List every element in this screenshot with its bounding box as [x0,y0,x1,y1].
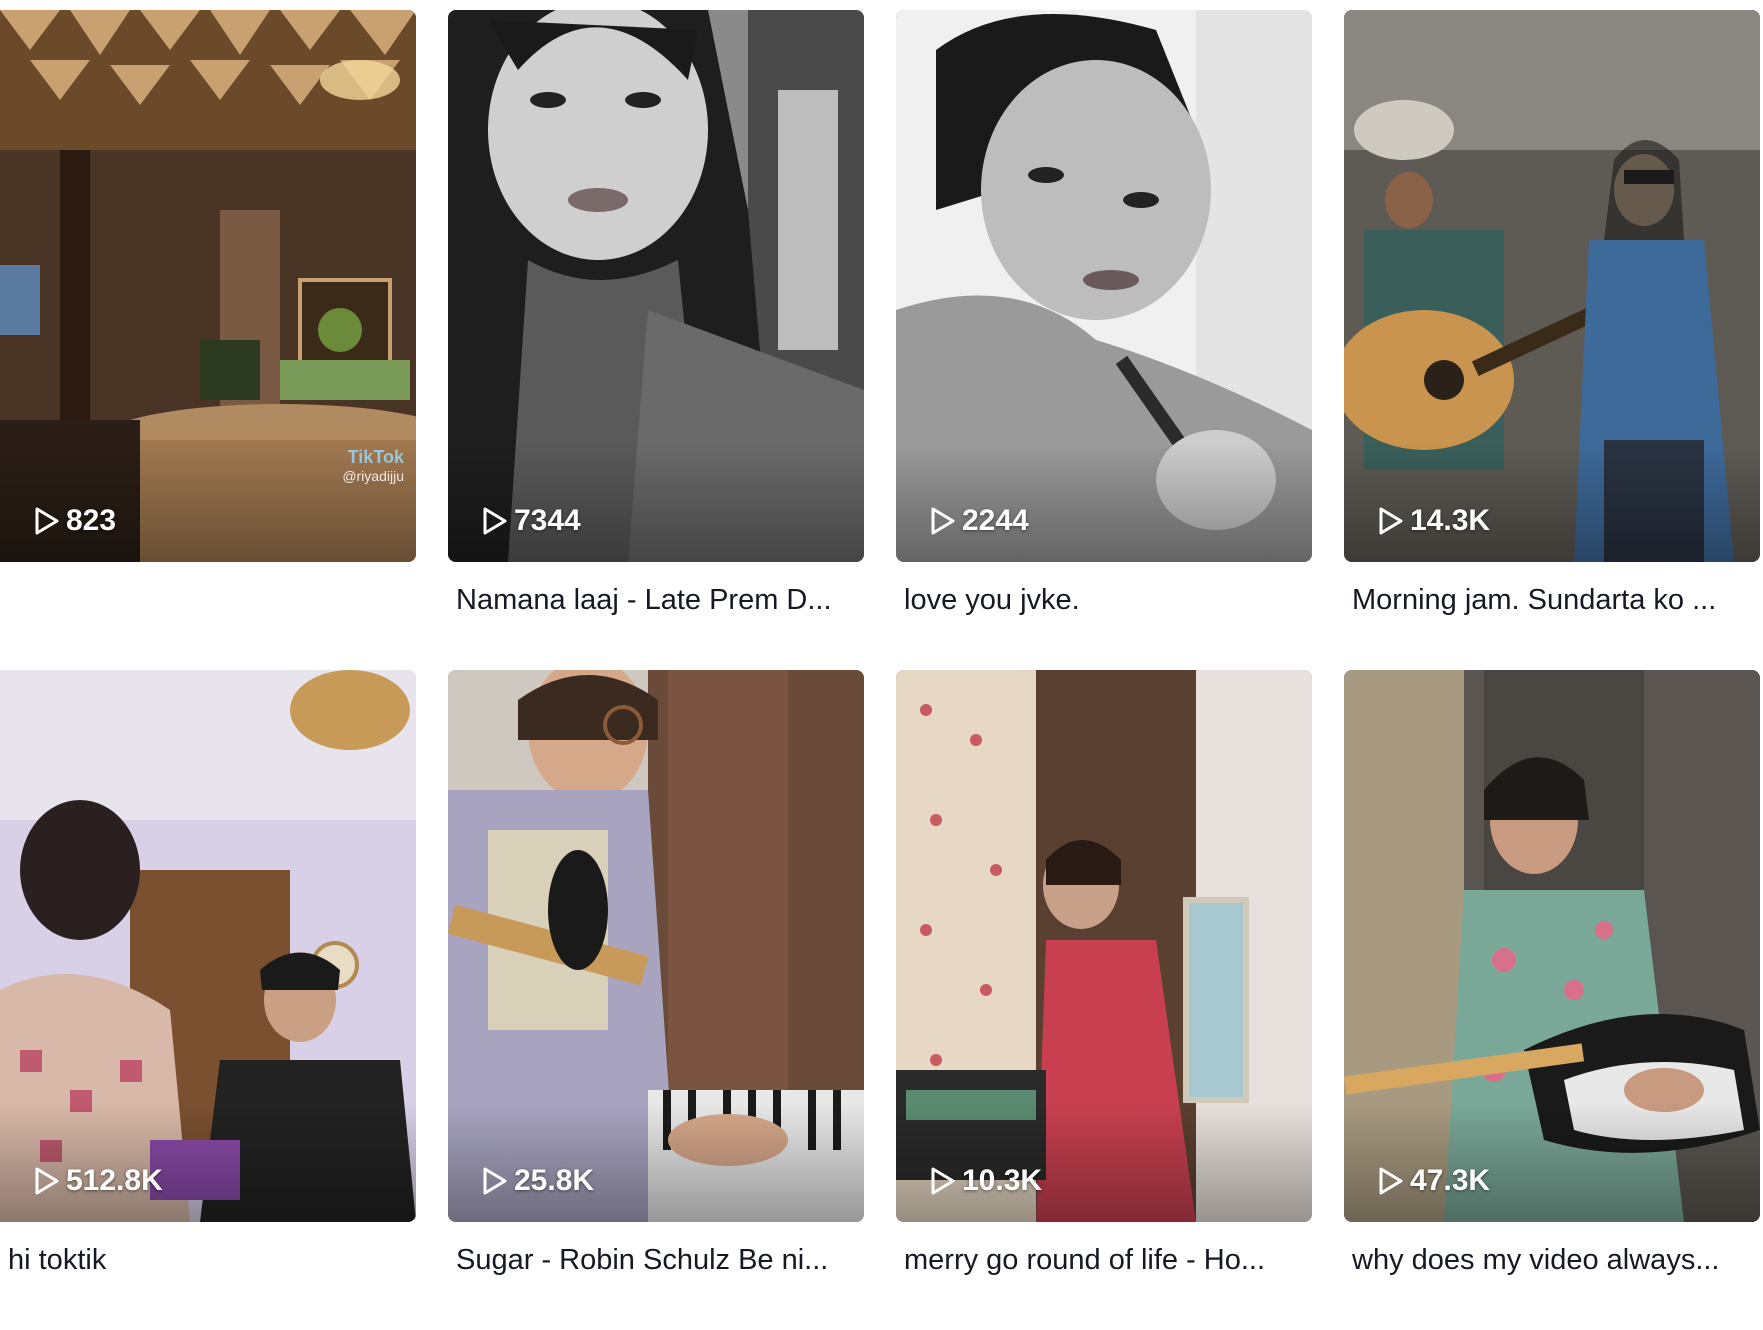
video-caption[interactable]: why does my video always... [1352,1240,1752,1280]
thumbnail-shade [1344,442,1760,562]
play-outline-icon [1379,1167,1403,1195]
video-caption[interactable]: Namana laaj - Late Prem D... [456,580,856,620]
video-grid: TikTok @riyadijju 823 7344 Namana laaj -… [0,10,1763,1330]
thumbnail-shade [1344,1102,1760,1222]
view-count: 512.8K [34,1164,163,1198]
video-card[interactable]: 25.8K Sugar - Robin Schulz Be ni... [448,670,864,1330]
thumbnail-shade [448,442,864,562]
video-card[interactable]: 14.3K Morning jam. Sundarta ko ... [1344,10,1760,670]
video-thumbnail[interactable]: 47.3K [1344,670,1760,1222]
thumbnail-shade [0,1102,416,1222]
thumbnail-shade [896,1102,1312,1222]
video-caption[interactable]: merry go round of life - Ho... [904,1240,1304,1280]
video-thumbnail[interactable]: 512.8K [0,670,416,1222]
view-count-value: 7344 [514,504,581,537]
view-count-value: 10.3K [962,1164,1043,1197]
play-outline-icon [483,1167,507,1195]
view-count-value: 823 [66,504,117,537]
video-thumbnail[interactable]: 14.3K [1344,10,1760,562]
view-count: 25.8K [482,1164,594,1198]
thumbnail-shade [896,442,1312,562]
video-caption[interactable]: love you jvke. [904,580,1304,620]
watermark-handle: @riyadijju [342,468,404,484]
video-caption[interactable]: hi toktik [8,1240,408,1280]
play-outline-icon [1379,507,1403,535]
play-outline-icon [931,1167,955,1195]
play-outline-icon [35,507,59,535]
play-outline-icon [483,507,507,535]
video-card[interactable]: 512.8K hi toktik [0,670,416,1330]
video-thumbnail[interactable]: 10.3K [896,670,1312,1222]
view-count-value: 47.3K [1410,1164,1491,1197]
view-count-value: 512.8K [66,1164,163,1197]
view-count-value: 2244 [962,504,1029,537]
video-thumbnail[interactable]: 25.8K [448,670,864,1222]
view-count: 7344 [482,504,581,538]
video-thumbnail[interactable]: 7344 [448,10,864,562]
video-caption[interactable]: Sugar - Robin Schulz Be ni... [456,1240,856,1280]
video-caption[interactable] [8,580,408,620]
play-outline-icon [931,507,955,535]
video-card[interactable]: 7344 Namana laaj - Late Prem D... [448,10,864,670]
video-card[interactable]: 2244 love you jvke. [896,10,1312,670]
view-count: 14.3K [1378,504,1490,538]
video-card[interactable]: 10.3K merry go round of life - Ho... [896,670,1312,1330]
watermark-brand: TikTok [347,447,404,467]
video-thumbnail[interactable]: TikTok @riyadijju 823 [0,10,416,562]
thumbnail-shade [448,1102,864,1222]
play-outline-icon [35,1167,59,1195]
view-count: 10.3K [930,1164,1042,1198]
view-count: 823 [34,504,116,538]
video-thumbnail[interactable]: 2244 [896,10,1312,562]
view-count-value: 14.3K [1410,504,1491,537]
view-count: 2244 [930,504,1029,538]
view-count: 47.3K [1378,1164,1490,1198]
video-caption[interactable]: Morning jam. Sundarta ko ... [1352,580,1752,620]
video-card[interactable]: TikTok @riyadijju 823 [0,10,416,670]
tiktok-watermark: TikTok @riyadijju [342,447,404,484]
video-card[interactable]: 47.3K why does my video always... [1344,670,1760,1330]
view-count-value: 25.8K [514,1164,595,1197]
